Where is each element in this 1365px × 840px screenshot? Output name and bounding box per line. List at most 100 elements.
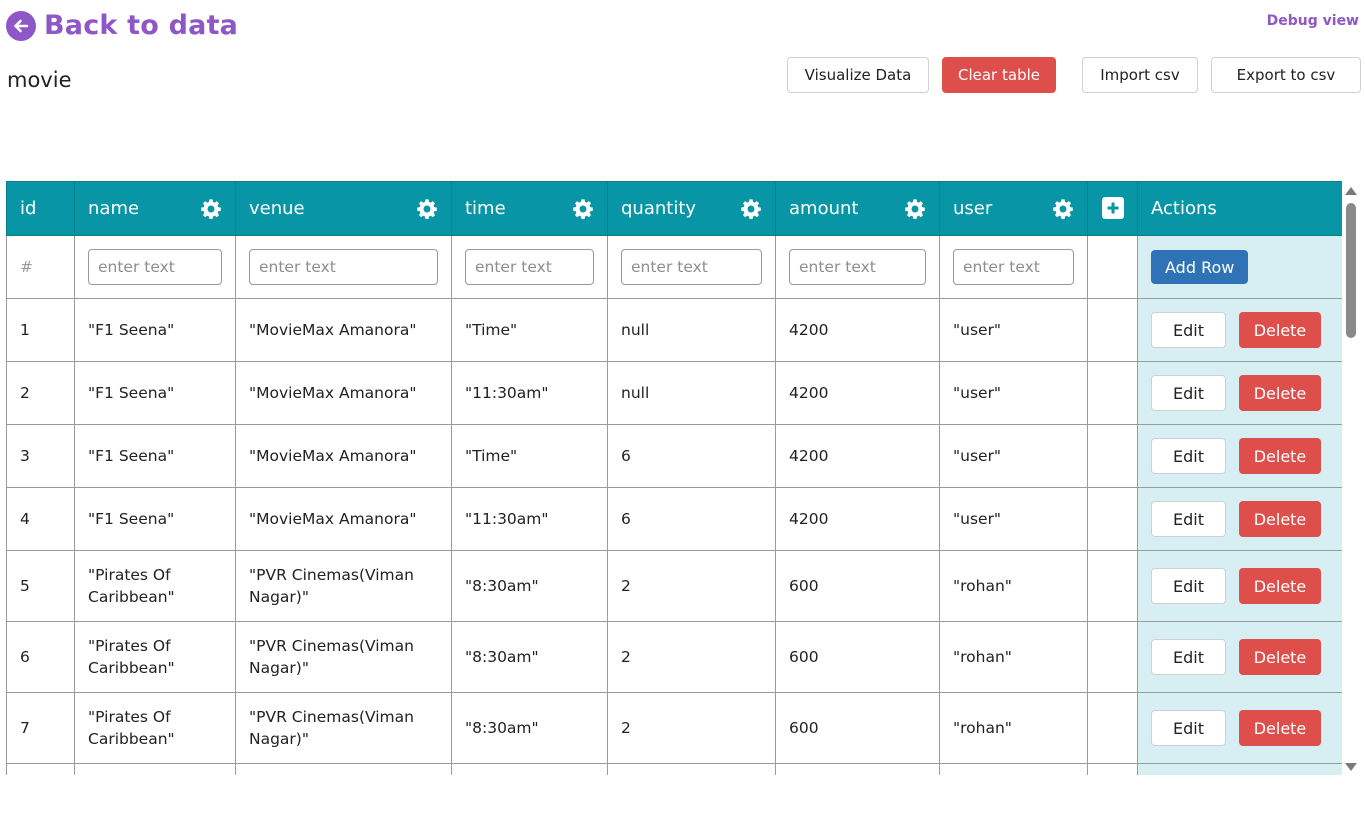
column-header-user: user (939, 181, 1088, 236)
edit-button[interactable]: Edit (1151, 438, 1226, 474)
column-header-label: user (953, 198, 993, 219)
actions-cell: Edit Delete (1137, 361, 1342, 425)
import-csv-button[interactable]: Import csv (1082, 57, 1198, 93)
gear-icon[interactable] (416, 198, 438, 220)
cell-name (74, 763, 236, 775)
visualize-data-button[interactable]: Visualize Data (787, 57, 929, 93)
row-actions: Edit Delete (1151, 710, 1329, 746)
amount-input[interactable] (789, 249, 926, 285)
add-row-button[interactable]: Add Row (1151, 250, 1249, 284)
cell-venue: "PVR Cinemas(Viman Nagar)" (235, 692, 452, 764)
cell-amount: 4200 (775, 487, 940, 551)
actions-cell: Add Row (1137, 235, 1342, 299)
delete-button[interactable]: Delete (1239, 438, 1321, 474)
cell-id: 6 (6, 621, 75, 693)
empty-cell (1087, 550, 1138, 622)
row-actions: Edit Delete (1151, 438, 1329, 474)
cell-quantity (607, 763, 776, 775)
venue-input[interactable] (249, 249, 438, 285)
cell-id: 5 (6, 550, 75, 622)
cell-venue: "MovieMax Amanora" (235, 487, 452, 551)
data-table-container: id name venue time quantity amount user … (6, 181, 1342, 775)
column-header-actions: Actions (1137, 181, 1342, 236)
cell-venue: "PVR Cinemas(Viman Nagar)" (235, 621, 452, 693)
scroll-up-arrow-icon[interactable] (1345, 187, 1357, 195)
delete-button[interactable]: Delete (1239, 639, 1321, 675)
header-row: id name venue time quantity amount user … (6, 181, 1342, 236)
gear-icon[interactable] (740, 198, 762, 220)
export-csv-button[interactable]: Export to csv (1211, 57, 1361, 93)
filter-cell (235, 235, 452, 299)
empty-cell (1087, 487, 1138, 551)
delete-button[interactable]: Delete (1239, 375, 1321, 411)
delete-button[interactable]: Delete (1239, 501, 1321, 537)
back-to-data-label: Back to data (44, 10, 239, 41)
table-row: 3 "F1 Seena" "MovieMax Amanora" "Time" 6 4200… (6, 424, 1342, 488)
edit-button[interactable]: Edit (1151, 639, 1226, 675)
column-header-time: time (451, 181, 608, 236)
actions-cell: Edit Delete (1137, 298, 1342, 362)
cell-time (451, 763, 608, 775)
cell-time: "8:30am" (451, 550, 608, 622)
debug-view-link[interactable]: Debug view (1267, 13, 1359, 29)
delete-button[interactable]: Delete (1239, 312, 1321, 348)
cell-name: "F1 Seena" (74, 298, 236, 362)
cell-venue: "MovieMax Amanora" (235, 361, 452, 425)
empty-cell (1087, 763, 1138, 775)
edit-button[interactable]: Edit (1151, 312, 1226, 348)
table-row (6, 763, 1342, 775)
filter-cell (74, 235, 236, 299)
cell-quantity: null (607, 298, 776, 362)
table-row: 7 "Pirates Of Caribbean" "PVR Cinemas(Vima… (6, 692, 1342, 764)
edit-button[interactable]: Edit (1151, 501, 1226, 537)
edit-button[interactable]: Edit (1151, 568, 1226, 604)
gear-icon[interactable] (1052, 198, 1074, 220)
cell-time: "Time" (451, 298, 608, 362)
table-row: 5 "Pirates Of Caribbean" "PVR Cinemas(Vima… (6, 550, 1342, 622)
cell-id: 4 (6, 487, 75, 551)
add-column-header (1087, 181, 1138, 236)
name-input[interactable] (88, 249, 222, 285)
clear-table-button[interactable]: Clear table (942, 57, 1056, 93)
cell-id (6, 763, 75, 775)
gear-icon[interactable] (904, 198, 926, 220)
cell-user: "rohan" (939, 692, 1088, 764)
cell-amount: 600 (775, 692, 940, 764)
gear-icon[interactable] (200, 198, 222, 220)
column-header-label: Actions (1151, 198, 1217, 219)
edit-button[interactable]: Edit (1151, 375, 1226, 411)
column-header-quantity: quantity (607, 181, 776, 236)
scroll-thumb[interactable] (1346, 203, 1356, 338)
table-scrollbar[interactable] (1344, 183, 1358, 775)
cell-name: "F1 Seena" (74, 361, 236, 425)
actions-cell: Edit Delete (1137, 424, 1342, 488)
plus-square-icon[interactable] (1101, 197, 1124, 219)
cell-amount: 4200 (775, 424, 940, 488)
quantity-input[interactable] (621, 249, 762, 285)
cell-id: 3 (6, 424, 75, 488)
cell-name: "Pirates Of Caribbean" (74, 621, 236, 693)
time-input[interactable] (465, 249, 594, 285)
delete-button[interactable]: Delete (1239, 710, 1321, 746)
empty-cell (1087, 361, 1138, 425)
table-name-title: movie (7, 68, 72, 92)
gear-icon[interactable] (572, 198, 594, 220)
cell-quantity: 6 (607, 424, 776, 488)
table-row: 2 "F1 Seena" "MovieMax Amanora" "11:30am" nu… (6, 361, 1342, 425)
cell-user: "rohan" (939, 621, 1088, 693)
user-input[interactable] (953, 249, 1074, 285)
cell-user: "user" (939, 424, 1088, 488)
back-to-data-link[interactable]: Back to data (6, 10, 238, 41)
empty-cell (1087, 424, 1138, 488)
actions-cell: Edit Delete (1137, 621, 1342, 693)
empty-cell (1087, 298, 1138, 362)
data-table: id name venue time quantity amount user … (6, 181, 1342, 775)
delete-button[interactable]: Delete (1239, 568, 1321, 604)
cell-venue: "MovieMax Amanora" (235, 298, 452, 362)
column-header-label: amount (789, 198, 859, 219)
cell-name: "Pirates Of Caribbean" (74, 692, 236, 764)
cell-id: 1 (6, 298, 75, 362)
filter-cell (607, 235, 776, 299)
edit-button[interactable]: Edit (1151, 710, 1226, 746)
scroll-down-arrow-icon[interactable] (1345, 763, 1357, 771)
